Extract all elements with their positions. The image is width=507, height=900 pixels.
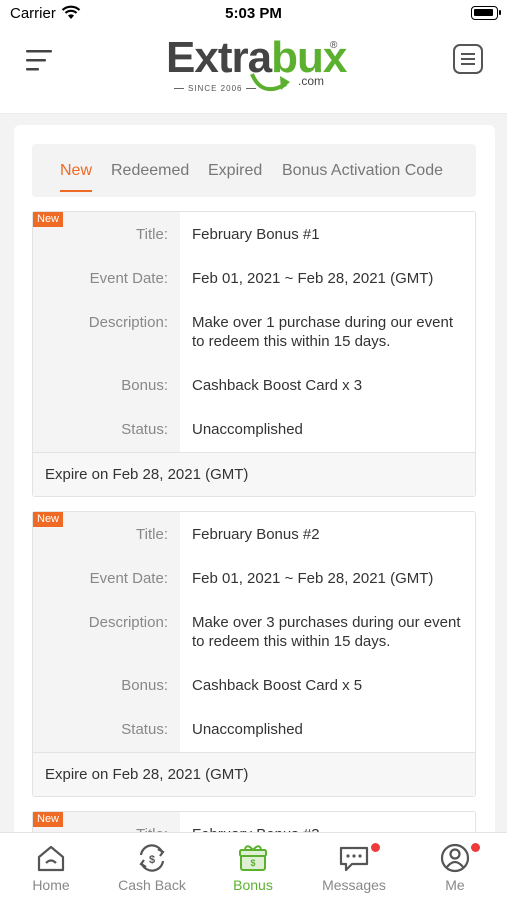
bonus-label: Bonus: [121, 377, 168, 394]
description-value: Make over 1 purchase during our event to… [192, 314, 453, 350]
tabbar-label: Messages [322, 877, 386, 893]
row-status: Status: Unaccomplished [33, 695, 475, 739]
bonus-label: Bonus: [121, 677, 168, 694]
tabbar-label: Me [445, 877, 465, 893]
new-badge: New [33, 512, 64, 527]
description-label: Description: [88, 314, 168, 331]
extrabux-logo[interactable]: Extrabux ® .com SINCE 2006 [166, 32, 347, 102]
tabbar-label: Home [32, 877, 70, 893]
row-status: Status: Unaccomplished [33, 395, 475, 439]
app-header: Extrabux ® .com SINCE 2006 [0, 28, 507, 114]
bottom-tab-bar: Home $ Cash Back $ Bonus Messages Me [0, 832, 507, 900]
tabbar-label: Bonus [233, 877, 273, 893]
event-date-value: Feb 01, 2021 ~ Feb 28, 2021 (GMT) [192, 570, 434, 587]
event-date-label: Event Date: [89, 270, 168, 287]
row-event-date: Event Date: Feb 01, 2021 ~ Feb 28, 2021 … [33, 544, 475, 588]
svg-text:$: $ [250, 858, 255, 868]
clock: 5:03 PM [225, 5, 282, 22]
row-title: Title: February Bonus #1 [33, 212, 475, 244]
description-label: Description: [88, 614, 168, 631]
me-notification-dot [471, 843, 480, 852]
tabbar-cash-back[interactable]: $ Cash Back [102, 843, 202, 893]
tab-redeemed[interactable]: Redeemed [111, 162, 189, 180]
title-label: Title: [136, 226, 168, 243]
svg-text:$: $ [149, 854, 155, 866]
bonus-value: Cashback Boost Card x 5 [192, 677, 363, 694]
logo-tagline: SINCE 2006 [170, 84, 260, 93]
gift-icon: $ [239, 845, 267, 871]
title-value: February Bonus #1 [192, 226, 320, 243]
tab-expired[interactable]: Expired [208, 162, 262, 180]
new-badge: New [33, 812, 64, 827]
title-value: February Bonus #2 [192, 526, 320, 543]
logo-registered-mark: ® [330, 40, 338, 51]
bonus-tabs: New Redeemed Expired Bonus Activation Co… [32, 144, 476, 197]
title-label: Title: [136, 526, 168, 543]
profile-icon [440, 843, 470, 873]
tabbar-me[interactable]: Me [405, 843, 505, 893]
expire-date: Expire on Feb 28, 2021 (GMT) [33, 452, 475, 496]
description-value: Make over 3 purchases during our event t… [192, 614, 461, 650]
event-date-label: Event Date: [89, 570, 168, 587]
status-label: Status: [121, 421, 168, 438]
status-bar: Carrier 5:03 PM [0, 0, 507, 28]
expire-date: Expire on Feb 28, 2021 (GMT) [33, 752, 475, 796]
new-badge: New [33, 212, 64, 227]
bonus-card: New Title: February Bonus #2 Event Date:… [32, 511, 476, 797]
tabbar-label: Cash Back [118, 877, 186, 893]
tabbar-bonus[interactable]: $ Bonus [203, 843, 303, 893]
tabbar-home[interactable]: Home [1, 843, 101, 893]
battery-icon [471, 6, 501, 20]
messages-notification-dot [371, 843, 380, 852]
row-description: Description: Make over 1 purchase during… [33, 288, 475, 351]
tabbar-messages[interactable]: Messages [304, 843, 404, 893]
row-description: Description: Make over 3 purchases durin… [33, 588, 475, 651]
status-label: Status: [121, 721, 168, 738]
bonus-value: Cashback Boost Card x 3 [192, 377, 363, 394]
bonus-panel: New Redeemed Expired Bonus Activation Co… [14, 125, 495, 845]
row-event-date: Event Date: Feb 01, 2021 ~ Feb 28, 2021 … [33, 244, 475, 288]
cashback-icon: $ [139, 844, 165, 872]
chat-icon [339, 846, 369, 872]
row-bonus: Bonus: Cashback Boost Card x 5 [33, 651, 475, 695]
logo-domain: .com [298, 74, 325, 88]
home-icon [37, 845, 65, 872]
bonus-card: New Title: February Bonus #1 Event Date:… [32, 211, 476, 497]
status-value: Unaccomplished [192, 721, 303, 738]
event-date-value: Feb 01, 2021 ~ Feb 28, 2021 (GMT) [192, 270, 434, 287]
tab-bonus-activation-code[interactable]: Bonus Activation Code [282, 162, 443, 180]
list-menu-icon[interactable] [453, 44, 483, 74]
hamburger-menu-icon[interactable] [26, 48, 54, 72]
tab-new[interactable]: New [60, 162, 93, 192]
row-bonus: Bonus: Cashback Boost Card x 3 [33, 351, 475, 395]
status-value: Unaccomplished [192, 421, 303, 438]
row-title: Title: February Bonus #2 [33, 512, 475, 544]
